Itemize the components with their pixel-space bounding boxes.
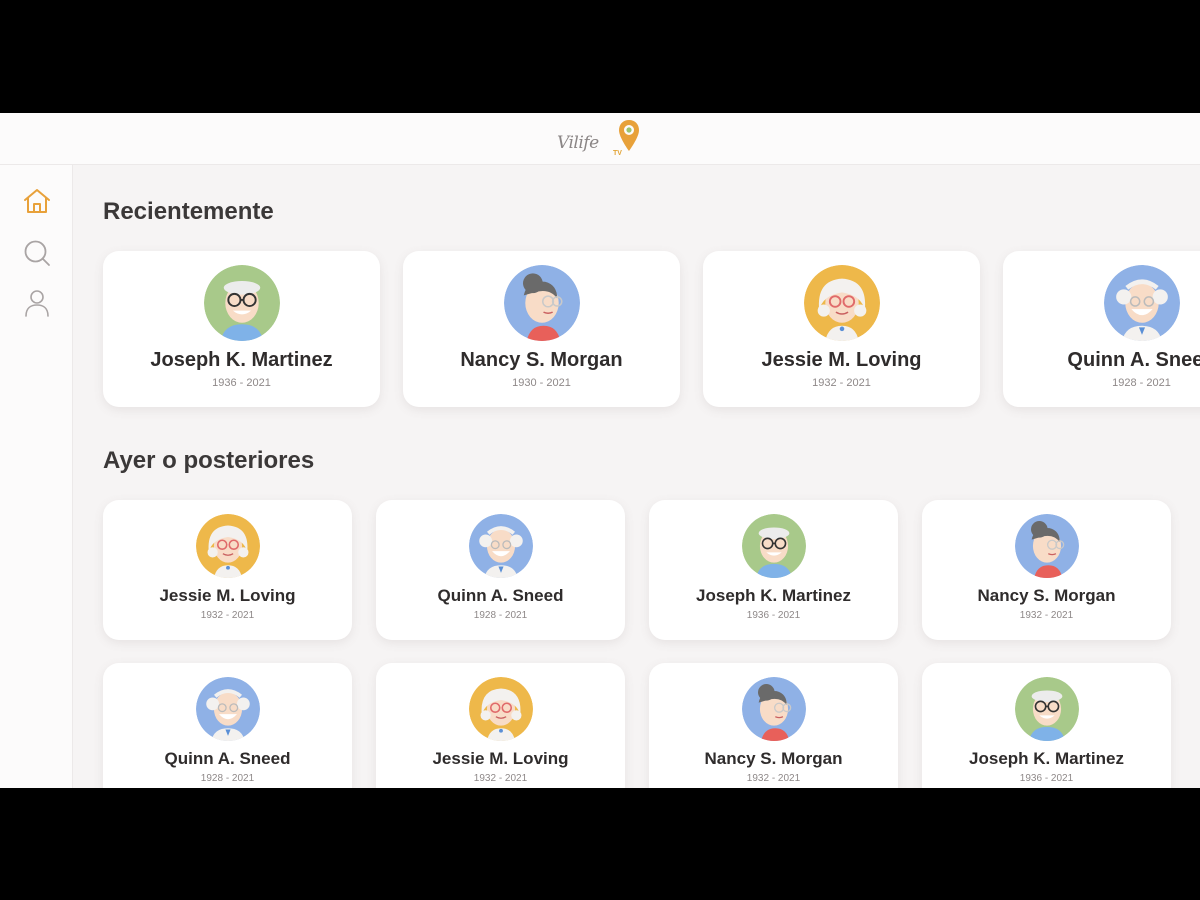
- avatar: [203, 265, 280, 341]
- woman-white-hair-avatar: [803, 265, 880, 341]
- woman-bun-avatar: [1014, 514, 1079, 578]
- avatar: [1014, 514, 1079, 578]
- app-logo[interactable]: Vilife TV: [555, 119, 645, 161]
- life-years: 1936 - 2021: [1019, 773, 1074, 784]
- life-years: 1930 - 2021: [512, 377, 571, 389]
- app-screen: Vilife TV Recientemente Joseph K. Martin…: [0, 113, 1200, 788]
- person-name: Joseph K. Martinez: [969, 749, 1124, 768]
- life-years: 1928 - 2021: [473, 610, 528, 621]
- life-years: 1932 - 2021: [200, 610, 255, 621]
- person-name: Quinn A. Sneed: [437, 586, 564, 605]
- avatar: [195, 514, 260, 578]
- life-years: 1932 - 2021: [746, 773, 801, 784]
- person-card[interactable]: Jessie M. Loving 1932 - 2021: [103, 500, 352, 640]
- person-card[interactable]: Jessie M. Loving 1932 - 2021: [703, 251, 980, 407]
- life-years: 1936 - 2021: [746, 610, 801, 621]
- woman-bun-avatar: [503, 265, 580, 341]
- man-glasses-avatar: [741, 514, 806, 578]
- avatar: [803, 265, 880, 341]
- person-card[interactable]: Quinn A. Sneed 1928 - 2021: [103, 663, 352, 788]
- avatar: [468, 514, 533, 578]
- nav-search[interactable]: [21, 237, 53, 269]
- location-pin-icon: [619, 120, 639, 151]
- person-name: Jessie M. Loving: [159, 586, 296, 605]
- person-name: Jessie M. Loving: [432, 749, 569, 768]
- man-glasses-avatar: [1014, 677, 1079, 741]
- life-years: 1928 - 2021: [200, 773, 255, 784]
- nav-home[interactable]: [21, 185, 53, 217]
- person-card[interactable]: Joseph K. Martinez 1936 - 2021: [103, 251, 380, 407]
- profile-icon: [25, 290, 49, 317]
- section-title-recent: Recientemente: [103, 198, 274, 225]
- person-card[interactable]: Joseph K. Martinez 1936 - 2021: [922, 663, 1171, 788]
- sidebar: [0, 165, 73, 788]
- bald-man-avatar: [195, 677, 260, 741]
- person-name: Joseph K. Martinez: [150, 349, 333, 371]
- avatar: [503, 265, 580, 341]
- avatar: [741, 514, 806, 578]
- person-card[interactable]: Joseph K. Martinez 1936 - 2021: [649, 500, 898, 640]
- bald-man-avatar: [1103, 265, 1180, 341]
- person-name: Joseph K. Martinez: [696, 586, 851, 605]
- top-bar: Vilife TV: [0, 113, 1200, 165]
- avatar: [1103, 265, 1180, 341]
- person-card[interactable]: Nancy S. Morgan 1932 - 2021: [649, 663, 898, 788]
- person-name: Quinn A. Sneed: [164, 749, 291, 768]
- home-icon: [24, 189, 50, 213]
- logo-sub-text: TV: [613, 150, 622, 157]
- life-years: 1932 - 2021: [473, 773, 528, 784]
- logo-text: Vilife: [557, 133, 599, 153]
- woman-white-hair-avatar: [195, 514, 260, 578]
- life-years: 1928 - 2021: [1112, 377, 1171, 389]
- bald-man-avatar: [468, 514, 533, 578]
- woman-white-hair-avatar: [468, 677, 533, 741]
- avatar: [741, 677, 806, 741]
- main-content: Recientemente Joseph K. Martinez 1936 - 2…: [73, 165, 1200, 788]
- person-card[interactable]: Quinn A. Sneed 1928 - 2021: [1003, 251, 1200, 407]
- section-title-earlier: Ayer o posteriores: [103, 447, 315, 474]
- nav-profile[interactable]: [21, 287, 53, 319]
- person-name: Nancy S. Morgan: [977, 586, 1116, 605]
- woman-bun-avatar: [741, 677, 806, 741]
- life-years: 1936 - 2021: [212, 377, 271, 389]
- person-card[interactable]: Jessie M. Loving 1932 - 2021: [376, 663, 625, 788]
- person-name: Nancy S. Morgan: [460, 349, 623, 371]
- man-glasses-avatar: [203, 265, 280, 341]
- life-years: 1932 - 2021: [812, 377, 871, 389]
- life-years: 1932 - 2021: [1019, 610, 1074, 621]
- avatar: [195, 677, 260, 741]
- person-name: Jessie M. Loving: [761, 349, 922, 371]
- person-card[interactable]: Nancy S. Morgan 1930 - 2021: [403, 251, 680, 407]
- person-card[interactable]: Nancy S. Morgan 1932 - 2021: [922, 500, 1171, 640]
- person-card[interactable]: Quinn A. Sneed 1928 - 2021: [376, 500, 625, 640]
- avatar: [1014, 677, 1079, 741]
- search-icon: [24, 240, 50, 266]
- person-name: Quinn A. Sneed: [1067, 349, 1200, 371]
- avatar: [468, 677, 533, 741]
- person-name: Nancy S. Morgan: [704, 749, 843, 768]
